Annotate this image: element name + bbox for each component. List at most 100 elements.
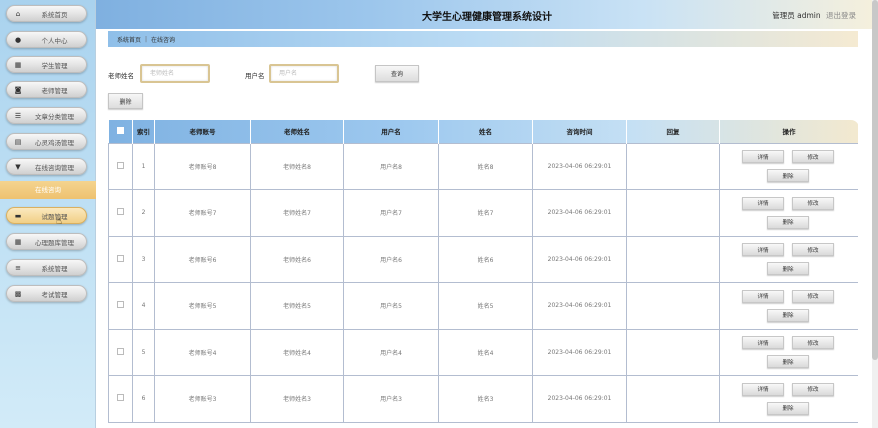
book-icon: ▤ (14, 137, 22, 146)
edit-button[interactable]: 修改 (792, 289, 834, 303)
cell-reply (626, 142, 720, 190)
row-checkbox[interactable] (117, 208, 124, 216)
user-info: 管理员 admin 退出登录 (772, 10, 856, 21)
cell-actions: 详情 修改 删除 (719, 375, 858, 423)
breadcrumb-home[interactable]: 系统首页 (117, 35, 141, 44)
cell-actions: 详情 修改 删除 (719, 189, 858, 237)
row-checkbox[interactable] (117, 394, 124, 402)
delete-button[interactable]: 删除 (767, 262, 809, 276)
sidebar-item-online-consult[interactable]: ▼ 在线咨询管理 (6, 158, 87, 175)
breadcrumb-separator: | (145, 35, 148, 43)
sidebar-item-article-categories[interactable]: ☰ 文章分类管理 (6, 107, 87, 124)
page-scrollbar[interactable] (872, 0, 878, 428)
edit-button[interactable]: 修改 (792, 243, 834, 257)
sidebar-item-label: 心灵鸡汤管理 (35, 138, 74, 147)
cell-index: 4 (132, 282, 155, 330)
row-checkbox[interactable] (117, 254, 124, 262)
row-checkbox[interactable] (117, 347, 124, 355)
teacher-name-input[interactable] (140, 64, 210, 83)
cell-username: 用户名3 (343, 375, 439, 423)
sidebar-item-soul-soup[interactable]: ▤ 心灵鸡汤管理 (6, 133, 87, 150)
user-role-name: 管理员 admin (772, 11, 821, 20)
menu-icon: ≡ (15, 263, 21, 272)
cell-teacher-name: 老师姓名7 (250, 189, 344, 237)
query-button[interactable]: 查询 (375, 65, 419, 82)
cell-index: 5 (132, 328, 155, 376)
cell-teacher-name: 老师姓名4 (250, 328, 344, 376)
cell-consult-time: 2023-04-06 06:29:01 (532, 142, 627, 190)
delete-button[interactable]: 删除 (767, 401, 809, 415)
cell-teacher-account: 老师账号6 (154, 235, 251, 283)
header-teacher-name: 老师姓名 (250, 120, 344, 143)
cell-teacher-account: 老师账号3 (154, 375, 251, 423)
sidebar-item-label: 老师管理 (41, 86, 68, 95)
header-consult-time: 咨询时间 (532, 120, 627, 143)
header-index: 索引 (132, 120, 155, 143)
cell-index: 6 (132, 375, 155, 423)
header-teacher-account: 老师账号 (154, 120, 251, 143)
row-select-cell (108, 328, 133, 376)
monitor-icon: ▬ (14, 211, 22, 220)
delete-button[interactable]: 删除 (767, 215, 809, 229)
row-checkbox[interactable] (117, 161, 124, 169)
cell-actions: 详情 修改 删除 (719, 282, 858, 330)
sidebar-item-home[interactable]: ⌂ 系统首页 (6, 5, 87, 22)
cell-teacher-name: 老师姓名3 (250, 375, 344, 423)
detail-button[interactable]: 详情 (742, 150, 784, 164)
edit-button[interactable]: 修改 (792, 336, 834, 350)
cell-index: 2 (132, 189, 155, 237)
sidebar-item-teachers[interactable]: ◙ 老师管理 (6, 81, 87, 98)
detail-button[interactable]: 详情 (742, 196, 784, 210)
sidebar-item-label: 考试管理 (41, 290, 68, 299)
cell-reply (626, 189, 720, 237)
cell-actions: 详情 修改 删除 (719, 328, 858, 376)
logout-link[interactable]: 退出登录 (826, 11, 856, 20)
sidebar-item-label: 文章分类管理 (35, 112, 74, 121)
consult-table: 索引 老师账号 老师姓名 用户名 姓名 咨询时间 回复 操作 1 老师账号8 老… (108, 120, 858, 428)
header-name: 姓名 (438, 120, 533, 143)
sidebar-item-exams[interactable]: ▩ 考试管理 (6, 285, 87, 302)
row-select-cell (108, 282, 133, 330)
header-select-all[interactable] (108, 120, 133, 143)
sidebar-item-question-bank[interactable]: ▦ 心理题库管理 (6, 233, 87, 250)
cell-actions: 详情 修改 删除 (719, 235, 858, 283)
cell-index: 1 (132, 142, 155, 190)
cell-consult-time: 2023-04-06 06:29:01 (532, 328, 627, 376)
edit-button[interactable]: 修改 (792, 150, 834, 164)
cell-name: 姓名3 (438, 375, 533, 423)
detail-button[interactable]: 详情 (742, 382, 784, 396)
grid-icon: ▦ (14, 60, 22, 69)
sidebar-item-students[interactable]: ▦ 学生管理 (6, 56, 87, 73)
sidebar-section-online-consult[interactable]: 在线咨询 (0, 181, 96, 199)
row-checkbox[interactable] (117, 301, 124, 309)
sidebar-item-personal-center[interactable]: ● 个人中心 (6, 31, 87, 48)
cell-reply (626, 235, 720, 283)
edit-button[interactable]: 修改 (792, 196, 834, 210)
detail-button[interactable]: 详情 (742, 289, 784, 303)
detail-button[interactable]: 详情 (742, 243, 784, 257)
home-icon: ⌂ (15, 9, 21, 18)
select-all-checkbox[interactable] (116, 126, 124, 134)
table-row: 4 老师账号5 老师姓名5 用户名5 姓名5 2023-04-06 06:29:… (108, 282, 858, 330)
cell-name: 姓名8 (438, 142, 533, 190)
username-input[interactable] (269, 64, 339, 83)
delete-button[interactable]: 删除 (767, 169, 809, 183)
scrollbar-thumb[interactable] (872, 0, 878, 360)
edit-button[interactable]: 修改 (792, 382, 834, 396)
cell-username: 用户名5 (343, 282, 439, 330)
cell-teacher-name: 老师姓名5 (250, 282, 344, 330)
table-row: 2 老师账号7 老师姓名7 用户名7 姓名7 2023-04-06 06:29:… (108, 189, 858, 237)
cell-username: 用户名6 (343, 235, 439, 283)
username-label: 用户名 (245, 72, 265, 80)
cell-name: 姓名4 (438, 328, 533, 376)
cell-teacher-name: 老师姓名8 (250, 142, 344, 190)
row-select-cell (108, 189, 133, 237)
sidebar-item-questions[interactable]: ▬ 试题管理 (6, 207, 87, 224)
sidebar: ⌂ 系统首页 ● 个人中心 ▦ 学生管理 ◙ 老师管理 ☰ 文章分类管理 ▤ 心… (0, 0, 96, 428)
delete-button[interactable]: 删除 (767, 355, 809, 369)
detail-button[interactable]: 详情 (742, 336, 784, 350)
delete-selected-button[interactable]: 删除 (108, 93, 143, 109)
sidebar-item-system[interactable]: ≡ 系统管理 (6, 259, 87, 276)
delete-button[interactable]: 删除 (767, 308, 809, 322)
table-row: 1 老师账号8 老师姓名8 用户名8 姓名8 2023-04-06 06:29:… (108, 142, 858, 190)
